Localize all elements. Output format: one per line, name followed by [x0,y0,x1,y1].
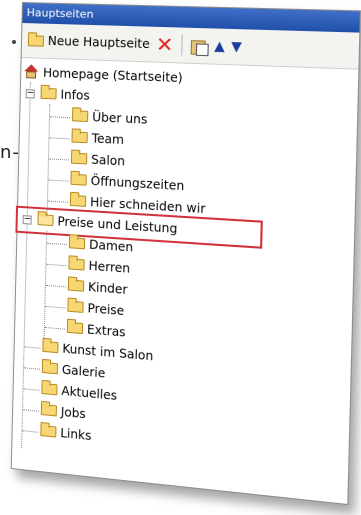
folder-icon [27,34,45,47]
paste-icon[interactable] [191,38,208,54]
folder-icon [41,382,58,396]
folder-icon [40,424,57,438]
page-tree: Homepage (Startseite) − Infos Über uns T… [12,58,358,473]
collapse-icon[interactable]: − [25,88,35,99]
move-down-icon[interactable]: ▼ [231,39,242,55]
bullet-dot [12,40,16,44]
delete-icon[interactable]: ✕ [156,32,174,57]
folder-icon [71,110,89,123]
new-page-button[interactable]: Neue Hauptseite [27,33,150,52]
toolbar-separator [181,34,184,56]
folder-icon [42,340,59,354]
folder-icon [67,300,84,313]
folder-icon [40,403,57,417]
folder-icon [70,152,88,165]
folder-icon [40,87,57,100]
new-page-label: Neue Hauptseite [47,33,150,52]
pages-panel: Hauptseiten Neue Hauptseite ✕ ▲ ▼ Homepa… [10,2,361,506]
folder-icon [70,173,87,186]
folder-icon [67,279,85,292]
folder-icon [69,194,87,207]
folder-icon [41,361,59,375]
folder-icon [68,237,86,250]
screenshot-card: Hauptseiten Neue Hauptseite ✕ ▲ ▼ Homepa… [10,2,361,515]
move-up-icon[interactable]: ▲ [214,38,225,54]
cropped-text-fragment: n- [0,142,20,163]
folder-icon [68,258,85,271]
folder-icon [66,321,84,335]
folder-icon [71,131,88,144]
home-icon [23,64,39,79]
